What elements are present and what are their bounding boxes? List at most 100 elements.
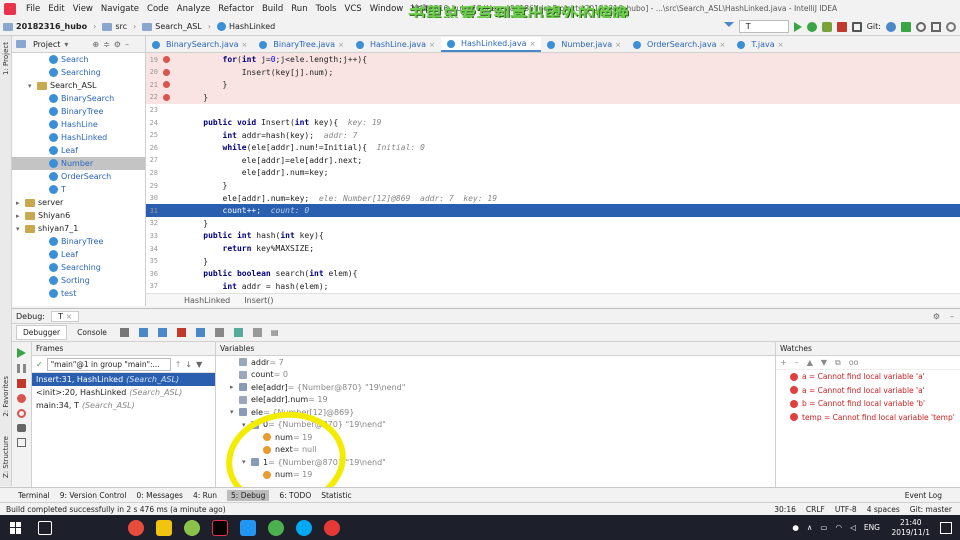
tree-item-search[interactable]: Search [12,53,145,66]
move-up-icon[interactable]: ▲ [807,358,813,367]
resume-icon[interactable] [17,348,26,358]
restore-layout-icon[interactable]: ▤ [271,328,279,337]
code-line[interactable]: 26 while(ele[addr].num!=Initial){ Initia… [146,141,960,154]
tree-item-test[interactable]: test [12,287,145,300]
windows-start-icon[interactable] [10,521,22,534]
move-down-icon[interactable]: ▼ [821,358,827,367]
breakpoint-icon[interactable] [163,68,170,76]
code-line[interactable]: 25 int addr=hash(key); addr: 7 [146,129,960,142]
caret-position[interactable]: 30:16 [774,505,796,514]
pause-icon[interactable] [17,364,26,373]
task-view-icon[interactable] [38,520,52,535]
menu-item-build[interactable]: Build [258,4,287,14]
tree-item-searching[interactable]: Searching [12,261,145,274]
app-icon-2[interactable] [240,519,256,536]
run-tool-button[interactable]: 4: Run [193,491,217,500]
watch-row[interactable]: temp = Cannot find local variable 'temp' [776,411,960,425]
chevron-icon[interactable]: ▸ [230,383,239,391]
git-update-icon[interactable] [886,21,896,32]
messages-tool-button[interactable]: 0: Messages [136,491,182,500]
code-line[interactable]: 23 [146,103,960,116]
wifi-icon[interactable]: ◠ [836,523,843,532]
variable-row[interactable]: ▸ ele[addr] = {Number@870} "19\nend" [230,381,775,394]
tree-item-t[interactable]: T [12,183,145,196]
code-line[interactable]: 36 public boolean search(int elem){ [146,267,960,280]
chevron-icon[interactable]: ▸ [16,199,25,207]
volume-icon[interactable]: ◁ [850,523,856,532]
build-icon[interactable] [723,21,734,32]
menu-item-run[interactable]: Run [287,4,311,14]
tree-item-number[interactable]: Number [12,157,145,170]
menu-item-file[interactable]: File [22,4,44,14]
menu-item-navigate[interactable]: Navigate [97,4,143,14]
app-icon-3[interactable] [268,519,284,536]
remove-watch-icon[interactable]: – [795,358,799,367]
code-line[interactable]: 31 count++; count: 0 [146,204,960,218]
close-icon[interactable]: × [338,41,344,49]
variable-row[interactable]: ele[addr].num = 19 [230,394,775,407]
favorites-tool-button[interactable]: 2: Favorites [2,376,10,417]
search-icon[interactable] [946,21,956,32]
code-line[interactable]: 21 } [146,78,960,92]
tree-item-binarysearch[interactable]: BinarySearch [12,92,145,105]
arrow-down-icon[interactable]: ↓ [185,360,192,369]
frame-row[interactable]: Insert:31, HashLinked (Search_ASL) [32,373,215,386]
tree-item-binarytree[interactable]: BinaryTree [12,105,145,118]
code-line[interactable]: 37 int addr = hash(elem); [146,280,960,293]
tab-ordersearch[interactable]: OrderSearch.java × [627,37,731,52]
clock[interactable]: 21:40 2019/11/1 [892,518,930,538]
stop-icon[interactable] [836,21,847,32]
todo-tool-button[interactable]: 6: TODO [279,491,311,500]
wechat-tray-icon[interactable]: ● [792,523,799,532]
tree-item-sorting[interactable]: Sorting [12,274,145,287]
project-view-select[interactable]: Project [33,40,60,49]
thread-select[interactable]: "main"@1 in group "main":... [46,357,171,371]
tree-item-hashline[interactable]: HashLine [12,118,145,131]
variable-row[interactable]: count = 0 [230,369,775,382]
settings-icon[interactable] [17,438,26,447]
view-breakpoints-icon[interactable] [17,394,26,403]
breadcrumb-src[interactable]: src › [99,22,139,31]
frame-icon[interactable] [851,21,862,32]
indent-setting[interactable]: 4 spaces [867,505,900,514]
filter-icon[interactable]: ▼ [196,360,202,369]
terminal-tool-button[interactable]: Terminal [18,491,50,500]
hide-icon[interactable]: – [125,40,129,49]
menu-item-vcs[interactable]: VCS [341,4,366,14]
editor-breadcrumb-method[interactable]: Insert() [244,296,273,305]
qq-icon[interactable] [324,519,340,536]
debug-tool-button[interactable]: 5: Debug [227,489,270,501]
close-icon[interactable]: × [778,41,784,49]
target-icon[interactable]: ⊕ [92,40,99,49]
evaluate-expression-icon[interactable] [252,328,262,337]
battery-icon[interactable]: ▭ [820,523,827,532]
close-icon[interactable]: × [242,41,248,49]
git-branch[interactable]: Git: master [910,505,952,514]
force-step-into-icon[interactable] [176,328,186,337]
menu-item-view[interactable]: View [69,4,97,14]
code-line[interactable]: 24 public void Insert(int key){ key: 19 [146,116,960,129]
run-to-cursor-icon[interactable] [233,328,243,337]
tab-number[interactable]: Number.java × [541,37,627,52]
close-icon[interactable]: × [65,312,72,321]
menu-item-window[interactable]: Window [366,4,408,14]
wechat-icon[interactable] [184,519,200,536]
code-area[interactable]: 19 for(int j=0;j<ele.length;j++){20 Inse… [146,53,960,293]
code-line[interactable]: 27 ele[addr]=ele[addr].next; [146,154,960,167]
stop-icon[interactable] [17,379,26,388]
chevron-icon[interactable]: ▾ [16,225,25,233]
close-icon[interactable]: × [720,41,726,49]
tree-item-ordersearch[interactable]: OrderSearch [12,170,145,183]
coverage-icon[interactable] [821,21,832,32]
statistic-tool-button[interactable]: Statistic [321,491,351,500]
chevron-down-icon[interactable]: ▾ [64,40,68,49]
collapse-icon[interactable]: ≑ [103,40,110,49]
code-line[interactable]: 32 } [146,217,960,230]
code-line[interactable]: 20 Insert(key[j].num); [146,65,960,79]
tree-item-server[interactable]: ▸ server [12,196,145,209]
run-configuration-select[interactable]: T [738,20,789,33]
camera-icon[interactable] [17,424,26,432]
watch-row[interactable]: a = Cannot find local variable 'a' [776,384,960,398]
frame-row[interactable]: main:34, T (Search_ASL) [32,399,215,412]
editor-breadcrumb-class[interactable]: HashLinked [184,296,230,305]
